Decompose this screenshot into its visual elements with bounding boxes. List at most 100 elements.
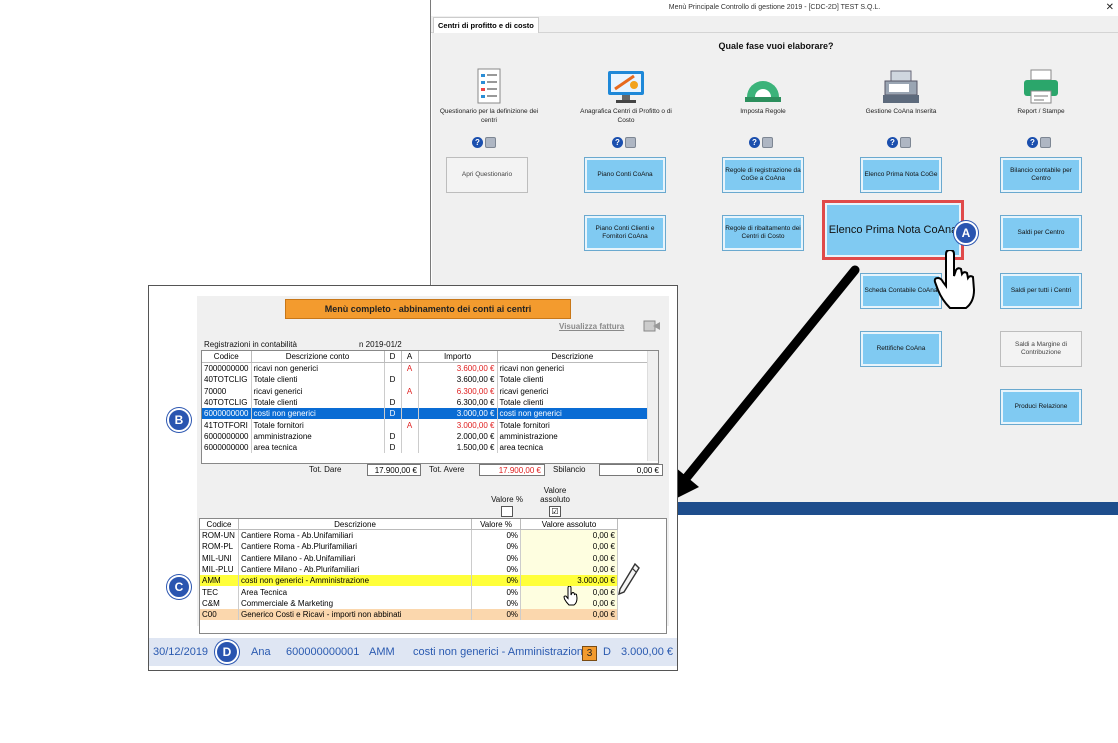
table-scrollbar[interactable]: [647, 351, 658, 461]
cell-pct[interactable]: 0%: [471, 552, 521, 564]
help-group-5: ?: [1027, 137, 1051, 149]
col-codice[interactable]: Codice: [200, 519, 239, 530]
cell-a: [401, 396, 419, 409]
cell-abs[interactable]: 0,00 €: [520, 563, 618, 576]
cell-desc: Cantiere Roma - Ab.Unifamiliari: [238, 529, 472, 542]
table-row[interactable]: TEC Area Tecnica 0% 0,00 €: [200, 586, 618, 598]
cell-importo: 6.300,00 €: [418, 385, 498, 397]
table-row[interactable]: 6000000000 area tecnica D 1.500,00 € area te…: [202, 442, 648, 454]
saldi-per-centro-button[interactable]: Saldi per Centro: [1000, 215, 1082, 251]
cell-abs[interactable]: 0,00 €: [520, 529, 618, 542]
invoice-icon[interactable]: [643, 319, 661, 333]
valore-pct-checkbox[interactable]: [501, 506, 513, 517]
database-icon[interactable]: [485, 137, 496, 148]
regole-registrazione-button[interactable]: Regole di registrazione da CoGe a CoAna: [722, 157, 804, 193]
col-a[interactable]: A: [401, 351, 419, 363]
saldi-margine-contribuzione-button[interactable]: Saldi a Margine di Contribuzione: [1000, 331, 1082, 367]
elenco-prima-nota-coge-button[interactable]: Elenco Prima Nota CoGe: [860, 157, 942, 193]
cell-desc: amministrazione: [251, 430, 385, 443]
cell-pct[interactable]: 0%: [471, 597, 521, 610]
column-label-questionario: Questionario per la definizione dei cent…: [439, 108, 539, 124]
table-row-unmatched[interactable]: C00 Generico Costi e Ricavi - importi non…: [200, 609, 618, 621]
status-type: Ana: [251, 646, 271, 658]
visualizza-fattura-link[interactable]: Visualizza fattura: [559, 322, 624, 331]
help-icon[interactable]: ?: [749, 137, 760, 148]
table-row[interactable]: ROM-PL Cantiere Roma - Ab.Plurifamiliari 0…: [200, 541, 618, 553]
table-row-highlighted[interactable]: AMM costi non generici - Amministrazione 0…: [200, 575, 618, 587]
database-icon[interactable]: [900, 137, 911, 148]
col-descrizione[interactable]: Descrizione: [497, 351, 648, 363]
scheda-contabile-coana-button[interactable]: Scheda Contabile CoAna: [860, 273, 942, 309]
produci-relazione-button[interactable]: Produci Relazione: [1000, 389, 1082, 425]
table-row[interactable]: 70000 ricavi generici A 6.300,00 € ricavi ge…: [202, 385, 648, 397]
cell-descr2: costi non generici: [497, 408, 648, 420]
database-icon[interactable]: [625, 137, 636, 148]
column-label-gestione-coana: Gestione CoAna Inserita: [865, 108, 937, 115]
registrazioni-label: Registrazioni in contabilità: [204, 340, 297, 349]
help-group-4: ?: [887, 137, 911, 149]
col-valore-pct[interactable]: Valore %: [471, 519, 521, 530]
cell-codice: 7000000000: [202, 362, 252, 375]
table-row[interactable]: 40TOTCLIG Totale clienti D 3.600,00 € Totale…: [202, 374, 648, 386]
table-row-selected[interactable]: 6000000000 costi non generici D 3.000,00 € c…: [202, 408, 648, 420]
cell-desc: costi non generici: [251, 408, 385, 420]
help-icon[interactable]: ?: [612, 137, 623, 148]
col-valore-abs[interactable]: Valore assoluto: [520, 519, 618, 530]
cell-abs[interactable]: 0,00 €: [520, 552, 618, 564]
saldi-tutti-centri-button[interactable]: Saldi per tutti i Centri: [1000, 273, 1082, 309]
cell-desc: ricavi non generici: [251, 362, 385, 375]
cell-abs[interactable]: 0,00 €: [520, 609, 618, 621]
cell-desc: Cantiere Roma - Ab.Plurifamiliari: [238, 541, 472, 553]
col-d[interactable]: D: [384, 351, 402, 363]
cell-d: [384, 385, 402, 397]
cell-abs[interactable]: 3.000,00 €: [520, 575, 618, 587]
cell-importo: 3.000,00 €: [418, 419, 498, 431]
cell-d: D: [384, 408, 402, 420]
piano-conti-coana-button[interactable]: Piano Conti CoAna: [584, 157, 666, 193]
col-descrizione-conto[interactable]: Descrizione conto: [251, 351, 385, 363]
cell-pct[interactable]: 0%: [471, 563, 521, 576]
piano-conti-clienti-fornitori-button[interactable]: Piano Conti Clienti e Fornitori CoAna: [584, 215, 666, 251]
table-row[interactable]: MIL-UNI Cantiere Milano - Ab.Unifamiliari…: [200, 552, 618, 564]
cell-importo: 2.000,00 €: [418, 430, 498, 443]
table-row[interactable]: 7000000000 ricavi non generici A 3.600,00 €…: [202, 362, 648, 375]
table-row[interactable]: ROM-UN Cantiere Roma - Ab.Unifamiliari 0% 0…: [200, 529, 618, 542]
table-row[interactable]: C&M Commerciale & Marketing 0% 0,00 €: [200, 597, 618, 610]
rettifiche-coana-button[interactable]: Rettifiche CoAna: [860, 331, 942, 367]
cell-pct[interactable]: 0%: [471, 575, 521, 587]
database-icon[interactable]: [1040, 137, 1051, 148]
pencil-icon[interactable]: [617, 562, 641, 596]
status-number-badge: 3: [582, 646, 597, 661]
registration-number: n 2019-01/2: [359, 340, 402, 349]
col-importo[interactable]: Importo: [418, 351, 498, 363]
database-icon[interactable]: [762, 137, 773, 148]
phase-question: Quale fase vuoi elaborare?: [718, 41, 834, 51]
valore-abs-checkbox[interactable]: ☑: [549, 506, 561, 517]
close-icon[interactable]: ✕: [1106, 0, 1114, 15]
table-row[interactable]: MIL-PLU Cantiere Milano - Ab.Plurifamilia…: [200, 563, 618, 576]
help-icon[interactable]: ?: [1027, 137, 1038, 148]
cell-abs[interactable]: 0,00 €: [520, 541, 618, 553]
cell-pct[interactable]: 0%: [471, 541, 521, 553]
table-row[interactable]: 6000000000 amministrazione D 2.000,00 € ammi…: [202, 430, 648, 443]
cell-descr2: area tecnica: [497, 442, 648, 454]
tab-centri-profitto-costo[interactable]: Centri di profitto e di costo: [433, 17, 539, 33]
cell-pct[interactable]: 0%: [471, 586, 521, 598]
column-label-report: Report / Stampe: [1017, 108, 1065, 115]
cell-pct[interactable]: 0%: [471, 609, 521, 621]
col-codice[interactable]: Codice: [202, 351, 252, 363]
cell-codice: C&M: [200, 597, 239, 610]
cell-codice: 6000000000: [202, 442, 252, 454]
cell-pct[interactable]: 0%: [471, 529, 521, 542]
apri-questionario-button[interactable]: Apri Questionario: [446, 157, 528, 193]
regole-ribaltamento-button[interactable]: Regole di ribaltamento dei Centri di Cos…: [722, 215, 804, 251]
help-icon[interactable]: ?: [472, 137, 483, 148]
table-row[interactable]: 40TOTCLIG Totale clienti D 6.300,00 € Totale…: [202, 396, 648, 409]
tot-avere-field: 17.900,00 €: [479, 464, 545, 476]
table-row[interactable]: 41TOTFORI Totale fornitori A 3.000,00 € Tota…: [202, 419, 648, 431]
sbilancio-label: Sbilancio: [553, 465, 586, 474]
help-icon[interactable]: ?: [887, 137, 898, 148]
col-descrizione[interactable]: Descrizione: [238, 519, 472, 530]
bilancio-contabile-button[interactable]: Bilancio contabile per Centro: [1000, 157, 1082, 193]
cell-codice: C00: [200, 609, 239, 621]
